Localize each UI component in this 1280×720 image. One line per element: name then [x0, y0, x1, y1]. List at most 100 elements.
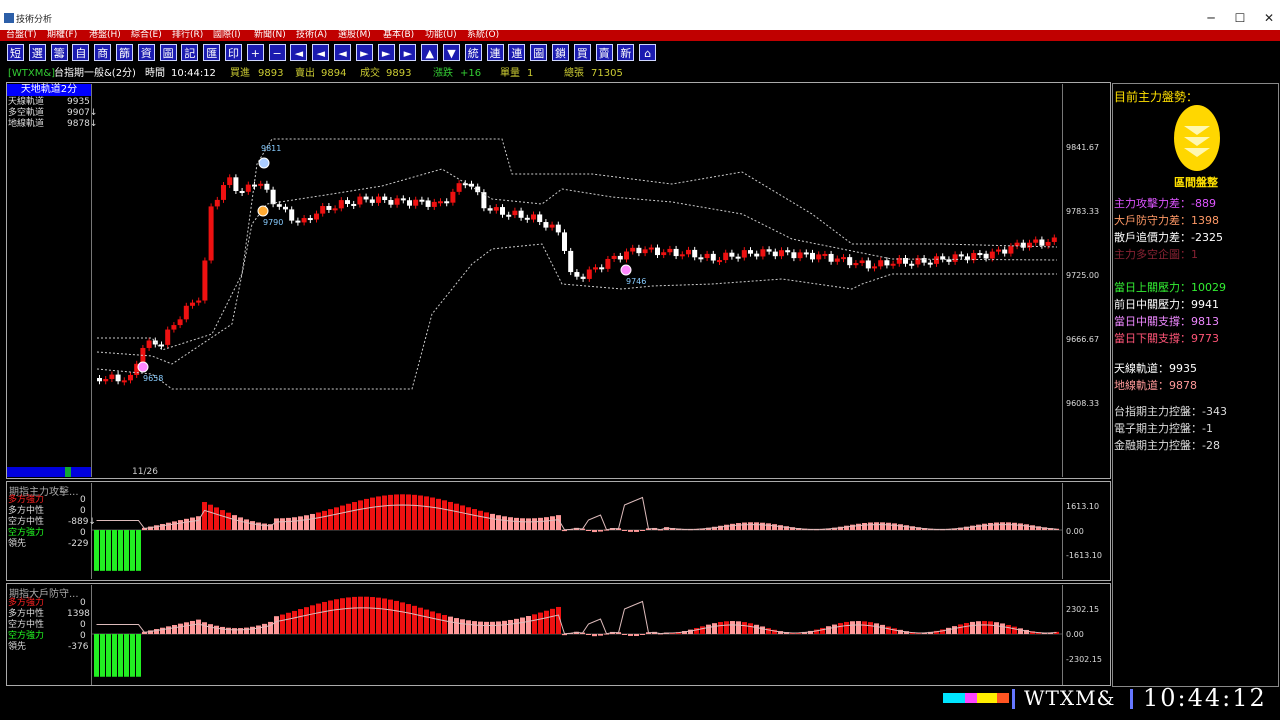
menu-item-international[interactable]: 國際(I)	[213, 30, 241, 41]
toolbar-button-23[interactable]: 連	[508, 44, 526, 61]
toolbar-button-22[interactable]: 連	[486, 44, 504, 61]
maximize-button[interactable]: ☐	[1225, 8, 1255, 28]
histogram-bar	[844, 621, 849, 634]
histogram-bar	[460, 505, 465, 530]
histogram-bar	[718, 622, 723, 634]
y-tick: 9783.33	[1066, 207, 1100, 216]
toolbar-button-18[interactable]: ►	[399, 44, 417, 61]
candle	[171, 325, 177, 330]
candle	[723, 252, 729, 261]
upper-band	[97, 138, 1058, 351]
candle	[376, 196, 381, 203]
y-tick: 9841.67	[1066, 143, 1100, 152]
candle	[276, 204, 282, 207]
close-button[interactable]: ✕	[1254, 8, 1280, 28]
chart-scrollbar[interactable]	[7, 467, 91, 477]
toolbar-button-25[interactable]: 鎖	[552, 44, 569, 61]
histogram-bar	[826, 626, 831, 634]
stat-value: -889	[1191, 197, 1216, 210]
toolbar-button-12[interactable]: −	[268, 44, 286, 61]
stat-value: 9935	[1169, 362, 1197, 375]
toolbar-button-28[interactable]: 新	[617, 44, 635, 61]
candle	[779, 250, 784, 257]
histogram-bar	[832, 624, 837, 634]
attack-force-chart[interactable]	[92, 483, 1062, 579]
toolbar-button-21[interactable]: 統	[464, 44, 482, 61]
histogram-bar	[208, 504, 213, 530]
menu-item-futures[interactable]: 期權(F)	[47, 30, 77, 41]
toolbar-button-11[interactable]: +	[246, 44, 264, 61]
toolbar-button-3[interactable]: 自	[72, 44, 90, 61]
chart-scroll-thumb[interactable]	[65, 467, 71, 477]
stat-label: 散戶追價力差：	[1114, 231, 1191, 244]
sub1-value: 0	[80, 495, 86, 505]
histogram-bar	[970, 621, 975, 634]
candle	[562, 232, 567, 251]
toolbar-button-4[interactable]: 商	[94, 44, 112, 61]
legend-value-upper: 9935	[67, 97, 90, 107]
toolbar-button-9[interactable]: 匯	[203, 44, 221, 61]
toolbar-button-15[interactable]: ◄	[334, 44, 351, 61]
toolbar-button-2[interactable]: 籌	[50, 44, 68, 61]
histogram-bar	[184, 518, 189, 530]
indicator-title[interactable]: 天地軌道2分	[7, 84, 91, 96]
histogram-bar	[856, 523, 861, 530]
toolbar-button-24[interactable]: 圖	[530, 44, 548, 61]
y-tick: 9608.33	[1066, 399, 1100, 408]
sub2-value: 1398	[67, 609, 90, 619]
sub1-label: 空方強力	[8, 528, 45, 538]
toolbar-button-0[interactable]: 短	[7, 44, 24, 61]
candle	[655, 247, 660, 256]
toolbar-button-19[interactable]: ▲	[421, 44, 439, 61]
minimize-button[interactable]: ─	[1196, 8, 1226, 28]
candle	[202, 260, 208, 301]
menu-item-functions[interactable]: 功能(U)	[425, 30, 457, 41]
toolbar-button-20[interactable]: ▼	[443, 44, 460, 61]
histogram-bar	[466, 507, 471, 530]
toolbar-button-6[interactable]: 資	[137, 44, 155, 61]
histogram-bar	[760, 522, 765, 530]
sub2-label: 多方中性	[8, 609, 45, 619]
candle	[183, 305, 189, 320]
candle	[593, 267, 598, 270]
stat-value: -28	[1202, 439, 1220, 452]
defense-force-chart[interactable]	[92, 585, 1062, 685]
toolbar-button-14[interactable]: ◄	[312, 44, 330, 61]
toolbar-button-29[interactable]: ⌂	[639, 44, 657, 61]
histogram-bar	[526, 616, 531, 634]
toolbar-button-10[interactable]: 印	[225, 44, 242, 61]
sub2-label: 空方強力	[8, 631, 45, 641]
menu-item-system[interactable]: 系統(O)	[467, 30, 499, 41]
menu-item-technical[interactable]: 技術(A)	[296, 30, 327, 41]
toolbar-button-27[interactable]: 賣	[595, 44, 613, 61]
toolbar-button-5[interactable]: 篩	[116, 44, 133, 61]
stat-row: 天線軌道：9935	[1114, 360, 1197, 376]
candle	[289, 209, 295, 221]
signal-marker	[258, 157, 270, 169]
histogram-bar	[130, 634, 135, 677]
toolbar-button-8[interactable]: 記	[181, 44, 199, 61]
menu-item-ranking[interactable]: 排行(R)	[172, 30, 203, 41]
candle	[884, 260, 890, 266]
menu-item-hk[interactable]: 港盤(H)	[89, 30, 121, 41]
price-chart[interactable]: 9811 9790 9746 9658	[92, 84, 1062, 466]
stat-row: 主力多空企圖：1	[1114, 246, 1198, 262]
menu-item-summary[interactable]: 綜合(E)	[131, 30, 162, 41]
toolbar-button-13[interactable]: ◄	[290, 44, 308, 61]
candle	[772, 251, 778, 257]
candle	[345, 200, 350, 204]
menu-item-stock-picker[interactable]: 選股(M)	[338, 30, 371, 41]
toolbar-button-26[interactable]: 買	[573, 44, 591, 61]
toolbar-button-17[interactable]: ►	[377, 44, 395, 61]
toolbar-button-16[interactable]: ►	[355, 44, 373, 61]
histogram-bar	[544, 517, 549, 530]
histogram-bar	[202, 502, 207, 530]
total-value: 71305	[591, 68, 623, 79]
menu-item-fundamental[interactable]: 基本(B)	[383, 30, 414, 41]
menu-item-taipan[interactable]: 台盤(T)	[6, 30, 37, 41]
histogram-bar	[334, 507, 339, 530]
toolbar-button-1[interactable]: 選	[28, 44, 46, 61]
candle	[456, 183, 462, 192]
toolbar-button-7[interactable]: 圖	[159, 44, 177, 61]
menu-item-news[interactable]: 新聞(N)	[254, 30, 286, 41]
